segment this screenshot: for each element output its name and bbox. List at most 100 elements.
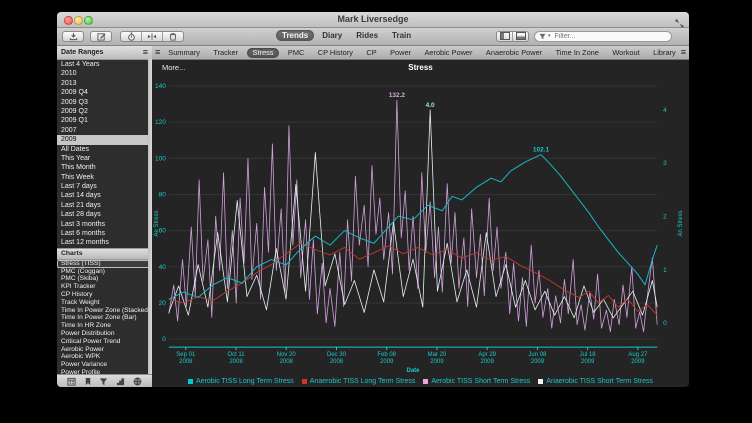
date-range-last-21-days[interactable]: Last 21 days — [57, 201, 152, 210]
date-range-list: Last 4 Years201020132009 Q42009 Q32009 Q… — [57, 60, 152, 248]
tab-library[interactable]: Library — [648, 48, 681, 57]
pane-left-icon — [500, 32, 510, 40]
download-icon — [69, 32, 78, 41]
date-range-2009-q3[interactable]: 2009 Q3 — [57, 98, 152, 107]
app-window: Mark Liversedge TrendsDiaryRidesTrain — [57, 12, 689, 387]
tab-strip: SummaryTracker StressPMC CP HistoryCP Power… — [163, 48, 680, 58]
tab-workout[interactable]: Workout — [607, 48, 644, 57]
compare-button[interactable] — [141, 32, 162, 41]
view-switcher: TrendsDiaryRidesTrain — [276, 30, 417, 41]
date-range-2010[interactable]: 2010 — [57, 69, 152, 78]
date-range-2009[interactable]: 2009 — [57, 135, 152, 144]
tab-tracker[interactable]: Tracker — [208, 48, 243, 57]
date-ranges-header: Date Ranges ≡ — [57, 46, 152, 60]
tab-cp-history[interactable]: CP History — [313, 48, 358, 57]
filter-field[interactable]: ▾ — [534, 31, 672, 42]
tabbar-menu-left-icon[interactable]: ≡ — [155, 48, 160, 57]
left-axis-label: Ae Stress — [154, 211, 160, 237]
x-tick-label-year: 2008 — [330, 359, 344, 365]
peak-annotation: 102.1 — [533, 147, 550, 154]
view-tab-trends[interactable]: Trends — [276, 30, 314, 41]
tab-aerobic-power[interactable]: Aerobic Power — [419, 48, 477, 57]
calendar-icon[interactable] — [67, 377, 76, 386]
legend-item-anaerobic-tiss-short-term-stress: Anaerobic TISS Short Term Stress — [538, 378, 653, 385]
window-body: Date Ranges ≡ Last 4 Years201020132009 Q… — [57, 46, 689, 387]
date-range-2007[interactable]: 2007 — [57, 126, 152, 135]
tab-time-in-zone[interactable]: Time In Zone — [551, 48, 604, 57]
series-anaerobic-tiss-short-term-stress — [169, 110, 657, 318]
date-range-last-28-days[interactable]: Last 28 days — [57, 210, 152, 219]
chart-aerobic-power[interactable]: Aerobic Power — [57, 346, 152, 354]
left-axis-tick-label: 20 — [159, 300, 167, 307]
download-button[interactable] — [62, 31, 84, 42]
chart-cp-history[interactable]: CP History — [57, 291, 152, 299]
peak-annotation: 132.2 — [389, 92, 406, 99]
date-range-2013[interactable]: 2013 — [57, 79, 152, 88]
chart-kpi-tracker[interactable]: KPI Tracker — [57, 283, 152, 291]
date-range-all-dates[interactable]: All Dates — [57, 145, 152, 154]
date-range-last-6-months[interactable]: Last 6 months — [57, 229, 152, 238]
date-range-2009-q1[interactable]: 2009 Q1 — [57, 116, 152, 125]
chart-critical-power-trend[interactable]: Critical Power Trend — [57, 338, 152, 346]
bookmark-icon[interactable] — [84, 377, 92, 386]
stairs-icon[interactable] — [116, 377, 125, 386]
chart-power-distribution[interactable]: Power Distribution — [57, 330, 152, 338]
chart-pmc-coggan[interactable]: PMC (Coggan) — [57, 268, 152, 276]
chart-time-in-hr-zone[interactable]: Time In HR Zone — [57, 322, 152, 330]
tab-cp[interactable]: CP — [361, 48, 381, 57]
view-tab-diary[interactable]: Diary — [316, 30, 348, 41]
tab-pmc[interactable]: PMC — [283, 48, 309, 57]
date-range-this-year[interactable]: This Year — [57, 154, 152, 163]
date-range-last-12-months[interactable]: Last 12 months — [57, 238, 152, 247]
x-tick-label: Aug 27 — [628, 352, 648, 358]
toggle-sidebar-button[interactable] — [497, 32, 512, 41]
tab-summary[interactable]: Summary — [163, 48, 205, 57]
x-tick-label: Sep 01 — [176, 352, 196, 358]
date-range-last-14-days[interactable]: Last 14 days — [57, 191, 152, 200]
sidebar-scrollbar[interactable] — [148, 59, 152, 375]
trash-button[interactable] — [162, 32, 183, 41]
compose-button[interactable] — [90, 31, 112, 42]
tab-power[interactable]: Power — [385, 48, 416, 57]
tabbar-menu-right-icon[interactable]: ≡ — [681, 48, 686, 57]
left-axis-tick-label: 0 — [162, 336, 166, 343]
funnel-icon[interactable] — [99, 377, 108, 386]
date-range-this-month[interactable]: This Month — [57, 163, 152, 172]
x-tick-label-year: 2008 — [179, 359, 193, 365]
date-range-last-3-months[interactable]: Last 3 months — [57, 220, 152, 229]
date-range-last-7-days[interactable]: Last 7 days — [57, 182, 152, 191]
legend-label: Aerobic TISS Short Term Stress — [431, 378, 530, 385]
date-range-2009-q2[interactable]: 2009 Q2 — [57, 107, 152, 116]
timer-icon — [127, 32, 136, 41]
legend-item-aerobic-tiss-long-term-stress: Aerobic TISS Long Term Stress — [188, 378, 294, 385]
view-tab-train[interactable]: Train — [386, 30, 417, 41]
peak-annotation: 4.0 — [426, 102, 435, 109]
chevron-down-icon: ▾ — [548, 33, 551, 39]
x-tick-label: Mar 20 — [428, 352, 447, 358]
tab-stress[interactable]: Stress — [247, 48, 280, 58]
chart-track-weight[interactable]: Track Weight — [57, 299, 152, 307]
legend-swatch — [423, 379, 428, 384]
date-ranges-menu-icon[interactable]: ≡ — [143, 48, 148, 57]
date-range-last-4-years[interactable]: Last 4 Years — [57, 60, 152, 69]
sidebar-toolbar — [57, 374, 152, 387]
toggle-lowbar-button[interactable] — [512, 32, 528, 41]
tab-anaerobic-power[interactable]: Anaerobic Power — [481, 48, 547, 57]
filter-input[interactable] — [553, 32, 657, 41]
chart-pmc-skiba[interactable]: PMC (Skiba) — [57, 275, 152, 283]
timer-button[interactable] — [121, 32, 141, 41]
chart-list: Stress (TISS)PMC (Coggan)PMC (Skiba)KPI … — [57, 260, 152, 377]
chart-power-variance[interactable]: Power Variance — [57, 361, 152, 369]
date-range-this-week[interactable]: This Week — [57, 173, 152, 182]
x-axis-title: Date — [407, 368, 421, 374]
chart-time-in-power-zone-stacked[interactable]: Time In Power Zone (Stacked) — [57, 307, 152, 315]
chart-stress-tiss[interactable]: Stress (TISS) — [57, 260, 152, 268]
chart-aerobic-wpk[interactable]: Aerobic WPK — [57, 353, 152, 361]
globe-icon[interactable] — [133, 377, 142, 386]
view-tab-rides[interactable]: Rides — [350, 30, 384, 41]
chart-time-in-power-zone-bar[interactable]: Time In Power Zone (Bar) — [57, 314, 152, 322]
legend-item-anaerobic-tiss-long-term-stress: Anaerobic TISS Long Term Stress — [302, 378, 416, 385]
left-axis-tick-label: 120 — [155, 119, 166, 126]
sidebar-toggle-group — [496, 31, 529, 42]
date-range-2009-q4[interactable]: 2009 Q4 — [57, 88, 152, 97]
